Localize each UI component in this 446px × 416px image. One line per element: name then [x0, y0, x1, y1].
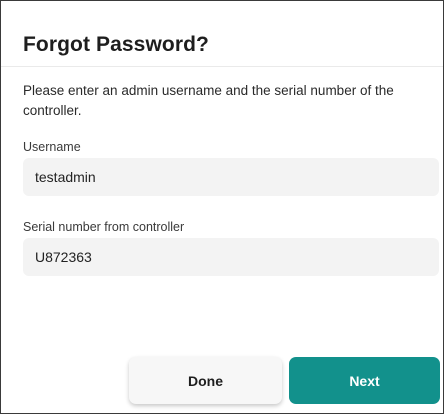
next-button[interactable]: Next: [289, 357, 440, 404]
serial-number-input[interactable]: [23, 238, 439, 276]
serial-number-label: Serial number from controller: [23, 220, 185, 234]
done-button[interactable]: Done: [129, 357, 282, 404]
username-input[interactable]: [23, 158, 439, 196]
title-divider: [1, 66, 443, 67]
forgot-password-dialog: Forgot Password? Please enter an admin u…: [0, 0, 444, 414]
dialog-description: Please enter an admin username and the s…: [23, 83, 394, 118]
dialog-title: Forgot Password?: [23, 33, 209, 56]
username-label: Username: [23, 140, 81, 154]
